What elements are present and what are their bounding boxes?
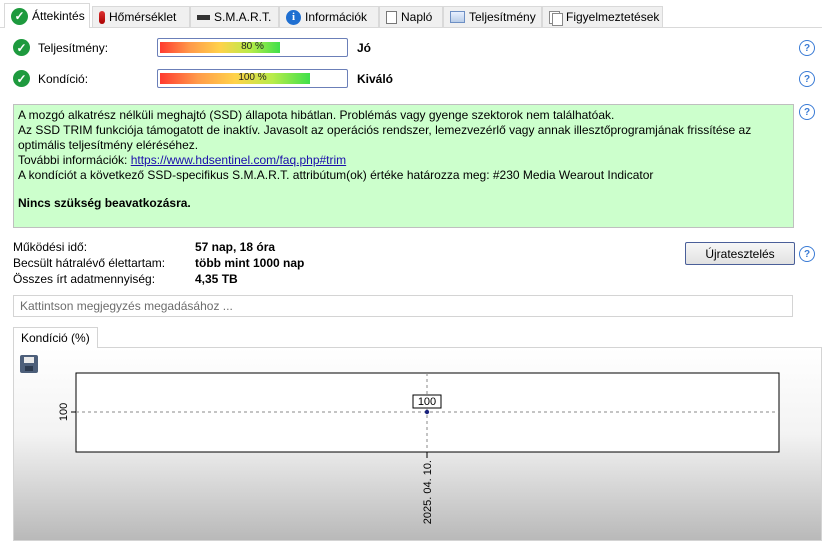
y-tick-label: 100: [58, 403, 70, 421]
tab-label: Áttekintés: [32, 9, 85, 23]
tab-condition-chart[interactable]: Kondíció (%): [13, 327, 98, 348]
condition-chart: 100 2025. 04. 10. 100: [58, 372, 780, 524]
tab-overview[interactable]: ✓ Áttekintés: [4, 3, 90, 28]
x-tick-label: 2025. 04. 10.: [422, 460, 434, 524]
data-label: 100: [418, 396, 436, 408]
data-point: [424, 409, 430, 415]
check-icon: ✓: [11, 7, 28, 25]
